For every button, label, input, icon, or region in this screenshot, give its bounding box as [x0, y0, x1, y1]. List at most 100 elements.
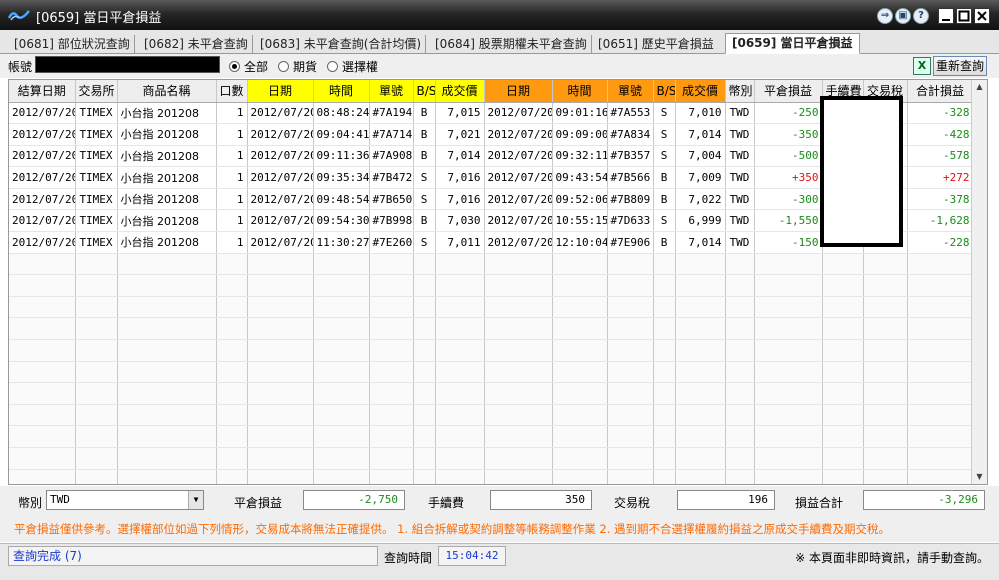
empty-cell: [413, 339, 436, 362]
table-cell: TIMEX: [75, 231, 118, 254]
empty-cell: [552, 425, 608, 448]
table-cell: 2012/07/20: [484, 166, 553, 189]
maximize-button[interactable]: [956, 8, 972, 24]
table-cell: 1: [216, 166, 248, 189]
column-header[interactable]: 結算日期: [9, 80, 76, 103]
empty-cell: [216, 447, 248, 470]
scroll-up-icon[interactable]: ▲: [972, 80, 987, 94]
table-cell: -428: [907, 123, 974, 146]
empty-cell: [907, 361, 974, 384]
empty-cell: [653, 317, 676, 341]
table-cell: #7B566: [607, 166, 654, 189]
empty-cell: [75, 339, 118, 362]
tab-0684[interactable]: [0684] 股票期權未平倉查詢: [431, 35, 592, 53]
column-header[interactable]: 商品名稱: [117, 80, 217, 103]
column-header[interactable]: 幣別: [725, 80, 755, 103]
empty-cell: [754, 253, 823, 276]
empty-cell: [75, 425, 118, 448]
excel-export-icon[interactable]: X: [913, 57, 931, 75]
radio-options-label: 選擇權: [342, 60, 379, 74]
minimize-button[interactable]: [938, 8, 954, 24]
status-bar: 查詢完成 (7) 查詢時間 15:04:42 ※ 本頁面非即時資訊，請手動查詢。: [0, 543, 999, 580]
column-header[interactable]: 平倉損益: [754, 80, 823, 103]
radio-all[interactable]: 全部: [229, 58, 268, 75]
radio-futures[interactable]: 期貨: [278, 58, 317, 75]
empty-cell: [607, 317, 654, 341]
empty-cell: [675, 447, 726, 470]
help-icon[interactable]: ?: [913, 8, 929, 24]
minimize-icon: [942, 19, 950, 21]
pl-total-field: -2,750: [303, 490, 405, 510]
empty-cell: [9, 382, 76, 405]
refresh-button[interactable]: 重新查詢: [933, 56, 987, 76]
column-header[interactable]: 時間: [313, 80, 370, 103]
empty-cell: [484, 382, 553, 405]
table-cell: 2012/07/20: [9, 145, 76, 168]
empty-cell: [9, 425, 76, 448]
table-cell: 7,015: [435, 102, 485, 125]
empty-cell: [822, 317, 864, 341]
column-header[interactable]: 日期: [247, 80, 314, 103]
column-header[interactable]: B/S: [653, 80, 676, 103]
tab-0682[interactable]: [0682] 未平倉查詢: [140, 35, 253, 53]
chevron-down-icon[interactable]: ▼: [188, 491, 203, 509]
table-cell: 2012/07/20: [484, 188, 553, 211]
radio-options[interactable]: 選擇權: [327, 58, 378, 75]
tab-0651[interactable]: [0651] 歷史平倉損益: [594, 35, 718, 53]
account-input[interactable]: [35, 56, 220, 73]
empty-cell: [653, 404, 676, 427]
export-icon[interactable]: ⇒: [877, 8, 893, 24]
column-header[interactable]: 日期: [484, 80, 553, 103]
empty-cell: [117, 361, 217, 384]
table-cell: 1: [216, 231, 248, 254]
tab-0681[interactable]: [0681] 部位狀況查詢: [10, 35, 135, 53]
empty-cell: [413, 361, 436, 384]
column-header[interactable]: 單號: [369, 80, 414, 103]
table-cell: 10:55:15: [552, 209, 608, 233]
empty-cell: [247, 296, 314, 319]
close-button[interactable]: [974, 8, 990, 24]
empty-cell: [607, 296, 654, 319]
empty-cell: [313, 253, 370, 276]
empty-cell: [216, 382, 248, 405]
table-cell: TWD: [725, 145, 755, 168]
table-cell: -150: [754, 231, 823, 254]
column-header[interactable]: B/S: [413, 80, 436, 103]
empty-cell: [607, 404, 654, 427]
table-cell: 小台指 201208: [117, 188, 217, 211]
vertical-scrollbar[interactable]: ▲ ▼: [971, 80, 987, 484]
empty-cell: [369, 382, 414, 405]
empty-cell: [863, 339, 908, 362]
currency-select[interactable]: TWD ▼: [46, 490, 204, 510]
tab-0659[interactable]: [0659] 當日平倉損益: [725, 33, 860, 54]
radio-futures-label: 期貨: [293, 60, 318, 74]
column-header[interactable]: 時間: [552, 80, 608, 103]
empty-cell: [754, 447, 823, 470]
empty-cell: [435, 361, 485, 384]
empty-cell: [9, 317, 76, 341]
scroll-down-icon[interactable]: ▼: [972, 470, 987, 484]
empty-cell: [75, 296, 118, 319]
empty-cell: [653, 447, 676, 470]
table-cell: +272: [907, 166, 974, 189]
empty-cell: [369, 253, 414, 276]
empty-cell: [313, 317, 370, 341]
column-header[interactable]: 交易所: [75, 80, 118, 103]
table-cell: 09:43:54: [552, 166, 608, 189]
tax-total-field: 196: [677, 490, 775, 510]
empty-cell: [822, 404, 864, 427]
column-header[interactable]: 單號: [607, 80, 654, 103]
tab-0683[interactable]: [0683] 未平倉查詢(合計均價): [256, 35, 427, 53]
column-header[interactable]: 成交價: [435, 80, 485, 103]
table-cell: -250: [754, 102, 823, 125]
print-icon[interactable]: ▣: [895, 8, 911, 24]
table-cell: -228: [907, 231, 974, 254]
empty-cell: [369, 296, 414, 319]
empty-cell: [822, 361, 864, 384]
empty-cell: [413, 274, 436, 297]
empty-cell: [754, 339, 823, 362]
column-header[interactable]: 口數: [216, 80, 248, 103]
column-header[interactable]: 合計損益: [907, 80, 974, 103]
radio-dot: [278, 61, 289, 72]
column-header[interactable]: 成交價: [675, 80, 726, 103]
